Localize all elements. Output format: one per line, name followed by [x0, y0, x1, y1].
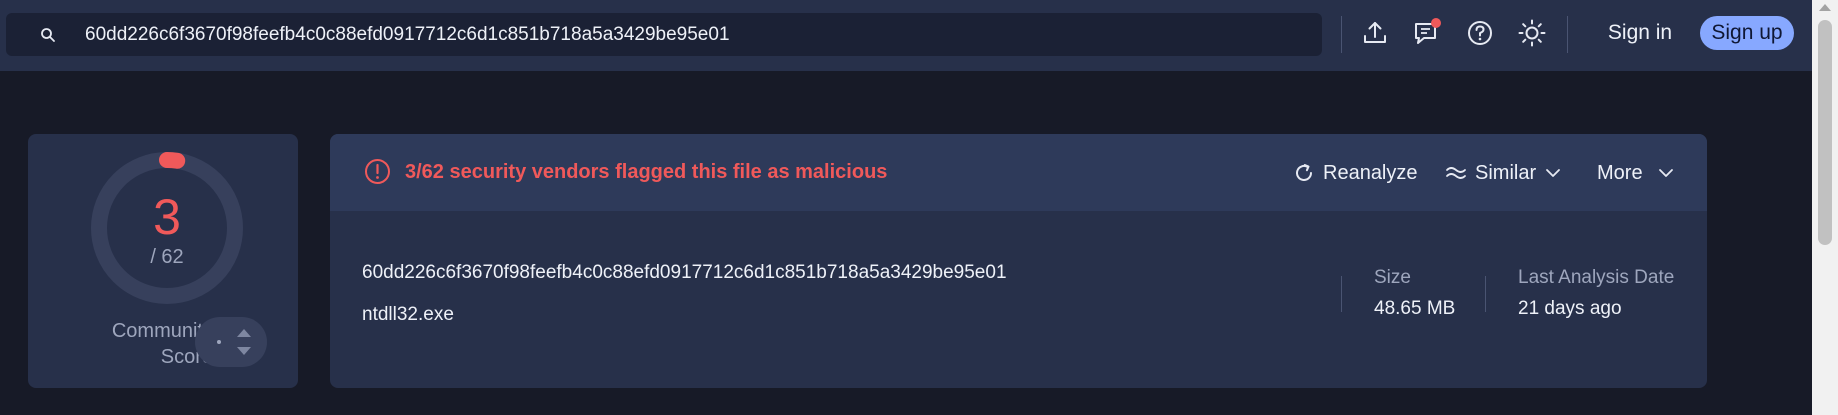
search-icon	[40, 27, 56, 43]
refresh-icon	[1296, 164, 1312, 181]
similar-button[interactable]: Similar	[1445, 158, 1562, 188]
community-score-label: Community Score	[111, 320, 213, 368]
upload-icon[interactable]	[1360, 18, 1390, 48]
top-bar: Sign in Sign up	[0, 0, 1812, 71]
last-analysis-date-value: 21 days ago	[1518, 298, 1622, 319]
scrollbar[interactable]	[1812, 0, 1838, 415]
similar-label: Similar	[1475, 161, 1537, 184]
sign-in-button[interactable]: Sign in	[1590, 15, 1690, 51]
community-vote-control	[195, 317, 267, 367]
downvote-icon[interactable]	[237, 347, 251, 355]
detection-score-card: 3 / 62 Community Score	[28, 134, 298, 388]
community-score-value	[217, 340, 221, 344]
file-summary-card: 3/62 security vendors flagged this file …	[330, 134, 1707, 388]
scrollbar-thumb[interactable]	[1818, 20, 1832, 245]
divider	[1567, 16, 1568, 53]
theme-icon[interactable]	[1517, 18, 1547, 48]
upvote-icon[interactable]	[237, 329, 251, 337]
reanalyze-button[interactable]: Reanalyze	[1293, 158, 1418, 188]
detection-count: 3	[153, 189, 181, 245]
divider	[1485, 276, 1486, 312]
file-hash[interactable]: 60dd226c6f3670f98feefb4c0c88efd0917712c6…	[362, 262, 1007, 284]
detection-total: / 62	[150, 246, 184, 268]
search-input[interactable]	[85, 13, 1285, 56]
size-value: 48.65 MB	[1374, 298, 1456, 319]
search-box[interactable]	[6, 13, 1322, 56]
chevron-down-icon	[1658, 169, 1673, 177]
last-analysis-date-label: Last Analysis Date	[1518, 267, 1675, 288]
reanalyze-label: Reanalyze	[1323, 161, 1418, 184]
more-label: More	[1597, 161, 1643, 184]
size-label: Size	[1374, 267, 1411, 288]
help-icon[interactable]	[1465, 18, 1495, 48]
alert-text: 3/62 security vendors flagged this file …	[405, 161, 888, 183]
divider	[1341, 16, 1342, 53]
sign-up-button[interactable]: Sign up	[1700, 16, 1794, 50]
more-button[interactable]: More	[1597, 158, 1675, 188]
similar-icon	[1446, 167, 1466, 179]
malicious-alert-banner: 3/62 security vendors flagged this file …	[330, 134, 1707, 211]
alert-circle-icon	[364, 158, 391, 185]
chat-icon[interactable]	[1412, 18, 1442, 48]
file-name[interactable]: ntdll32.exe	[362, 304, 454, 326]
scroll-up-arrow-icon[interactable]	[1819, 4, 1831, 11]
notification-dot	[1431, 18, 1441, 28]
divider	[1341, 276, 1342, 312]
chevron-down-icon	[1546, 169, 1561, 177]
